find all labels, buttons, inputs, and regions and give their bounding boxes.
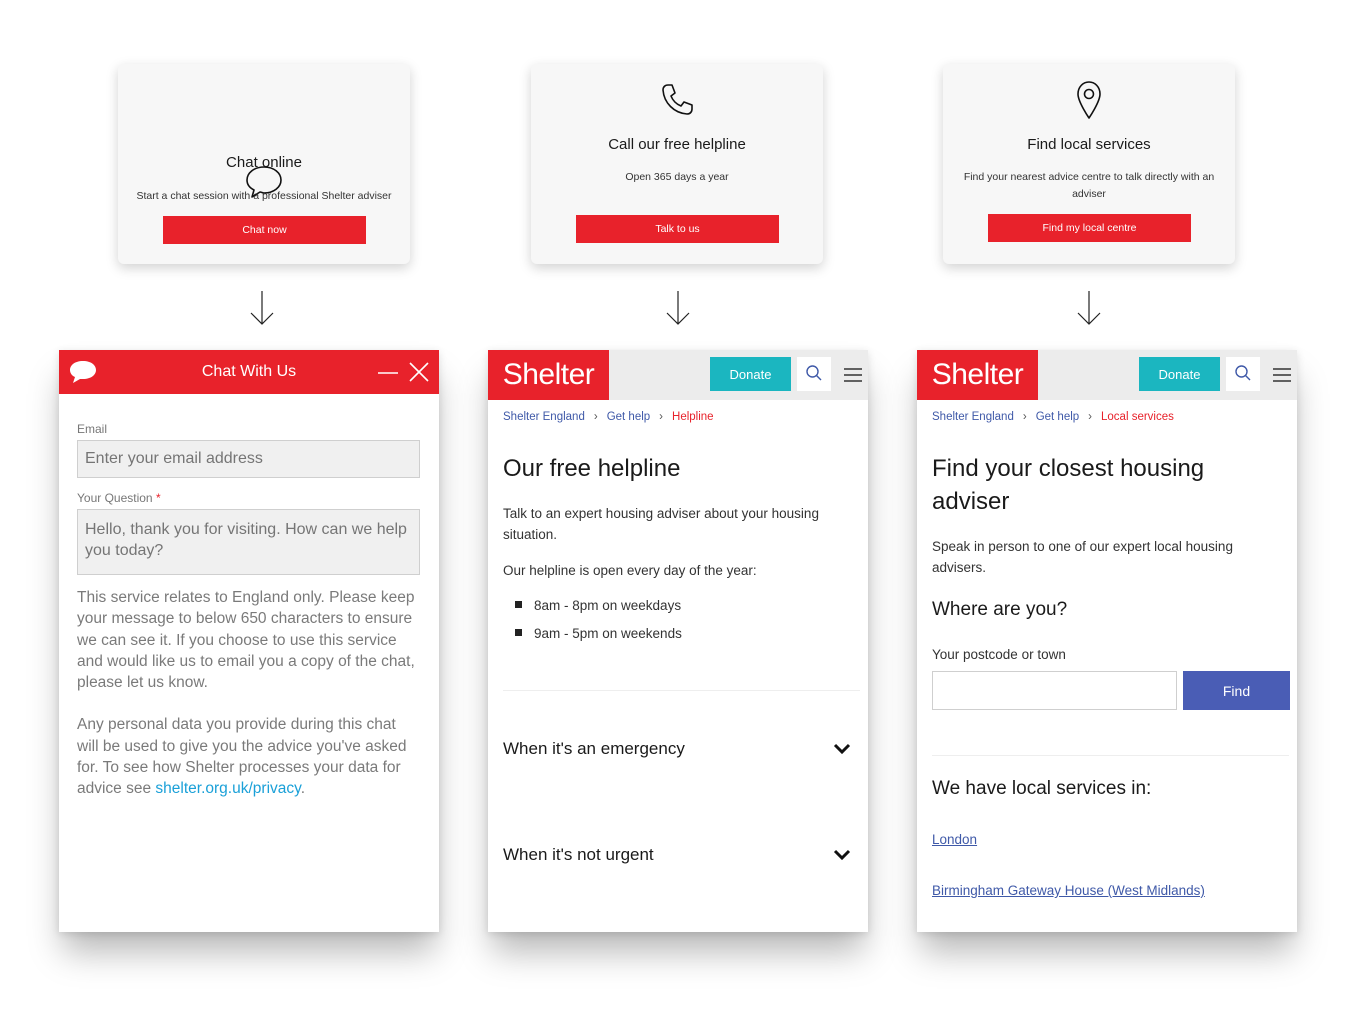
chat-form: Email Your Question * This service relat… — [77, 410, 420, 800]
email-field[interactable] — [77, 440, 420, 478]
chat-header: Chat With Us — [59, 350, 439, 394]
service-notice: This service relates to England only. Pl… — [77, 589, 415, 692]
chevron-right-icon: › — [659, 411, 664, 423]
accordion-not-urgent[interactable]: When it's not urgent — [503, 845, 853, 869]
intro-text: Talk to an expert housing adviser about … — [503, 506, 819, 542]
where-heading: Where are you? — [932, 599, 1068, 620]
service-link-london[interactable]: London — [932, 832, 977, 847]
service-link-birmingham[interactable]: Birmingham Gateway House (West Midlands) — [932, 883, 1205, 898]
breadcrumb-link[interactable]: Shelter England — [503, 411, 585, 423]
accordion-label: When it's an emergency — [503, 739, 685, 758]
arrow-down-icon — [249, 290, 275, 331]
chevron-right-icon: › — [593, 411, 598, 423]
breadcrumb-link[interactable]: Get help — [1036, 411, 1079, 423]
intro-text: Speak in person to one of our expert loc… — [932, 539, 1233, 575]
postcode-input[interactable] — [932, 671, 1177, 710]
card-description: Start a chat session with a professional… — [136, 190, 392, 202]
breadcrumb-link[interactable]: Get help — [607, 411, 650, 423]
arrow-down-icon — [665, 290, 691, 331]
card-description: Find your nearest advice centre to talk … — [963, 171, 1215, 200]
menu-icon[interactable] — [843, 366, 863, 384]
required-mark: * — [155, 491, 161, 505]
location-pin-icon — [1075, 80, 1103, 125]
site-header: Shelter Donate — [917, 350, 1297, 400]
divider — [932, 755, 1289, 756]
card-call-helpline: Call our free helpline Open 365 days a y… — [531, 64, 823, 264]
minimize-icon[interactable] — [377, 362, 399, 387]
phone-icon — [659, 82, 695, 123]
breadcrumb: Shelter England › Get help › Local services — [932, 411, 1174, 423]
card-chat-online: Chat online Start a chat session with a … — [118, 64, 410, 264]
breadcrumb-current: Local services — [1101, 411, 1174, 423]
search-button[interactable] — [797, 357, 831, 391]
accordion-emergency[interactable]: When it's an emergency — [503, 739, 853, 763]
page-title-line: Find your closest housing — [932, 455, 1205, 482]
hours-text: 9am - 5pm on weekends — [534, 626, 682, 641]
question-label-text: Your Question — [77, 491, 153, 505]
find-local-centre-button[interactable]: Find my local centre — [988, 214, 1191, 242]
card-title: Chat online — [226, 154, 302, 171]
page-title-line: adviser — [932, 488, 1010, 515]
card-title: Find local services — [1027, 136, 1151, 153]
card-title: Call our free helpline — [608, 136, 746, 153]
local-services-panel: Shelter Donate Shelter England › Get help ›… — [917, 350, 1297, 932]
donate-button[interactable]: Donate — [710, 357, 791, 391]
card-description: Open 365 days a year — [625, 171, 729, 183]
search-icon — [1234, 364, 1252, 385]
talk-to-us-button[interactable]: Talk to us — [576, 215, 779, 243]
hours-item: 9am - 5pm on weekends — [515, 626, 682, 641]
arrow-down-icon — [1076, 290, 1102, 331]
privacy-link[interactable]: shelter.org.uk/privacy — [155, 780, 300, 797]
chevron-right-icon: › — [1088, 411, 1093, 423]
hours-text: 8am - 8pm on weekdays — [534, 598, 682, 613]
services-heading: We have local services in: — [932, 778, 1152, 799]
chat-now-button[interactable]: Chat now — [163, 216, 366, 244]
breadcrumb-link[interactable]: Shelter England — [932, 411, 1014, 423]
shelter-logo[interactable]: Shelter — [917, 350, 1038, 400]
email-label: Email — [77, 422, 108, 436]
menu-icon[interactable] — [1272, 366, 1292, 384]
donate-button[interactable]: Donate — [1139, 357, 1220, 391]
hours-item: 8am - 8pm on weekdays — [515, 598, 681, 613]
question-label: Your Question * — [77, 491, 420, 505]
helpline-panel: Shelter Donate Shelter England › Get help ›… — [488, 350, 868, 932]
close-icon[interactable] — [409, 362, 429, 387]
page-title: Find your closest housing adviser — [932, 452, 1204, 518]
search-icon — [805, 364, 823, 385]
shelter-logo[interactable]: Shelter — [488, 350, 609, 400]
breadcrumb-current: Helpline — [672, 411, 714, 423]
opening-text: Our helpline is open every day of the ye… — [503, 563, 757, 578]
chat-panel: Chat With Us Email Your Question * This … — [59, 350, 439, 932]
divider — [503, 690, 860, 691]
chevron-right-icon: › — [1022, 411, 1027, 423]
find-button[interactable]: Find — [1183, 671, 1290, 710]
search-button[interactable] — [1226, 357, 1260, 391]
breadcrumb: Shelter England › Get help › Helpline — [503, 411, 714, 423]
site-header: Shelter Donate — [488, 350, 868, 400]
question-field[interactable] — [77, 509, 420, 575]
privacy-end: . — [300, 780, 306, 798]
accordion-label: When it's not urgent — [503, 845, 654, 864]
page-title: Our free helpline — [503, 455, 681, 482]
postcode-label: Your postcode or town — [932, 647, 1066, 662]
card-local-services: Find local services Find your nearest ad… — [943, 64, 1235, 264]
privacy-notice: Any personal data you provide during thi… — [77, 714, 420, 799]
